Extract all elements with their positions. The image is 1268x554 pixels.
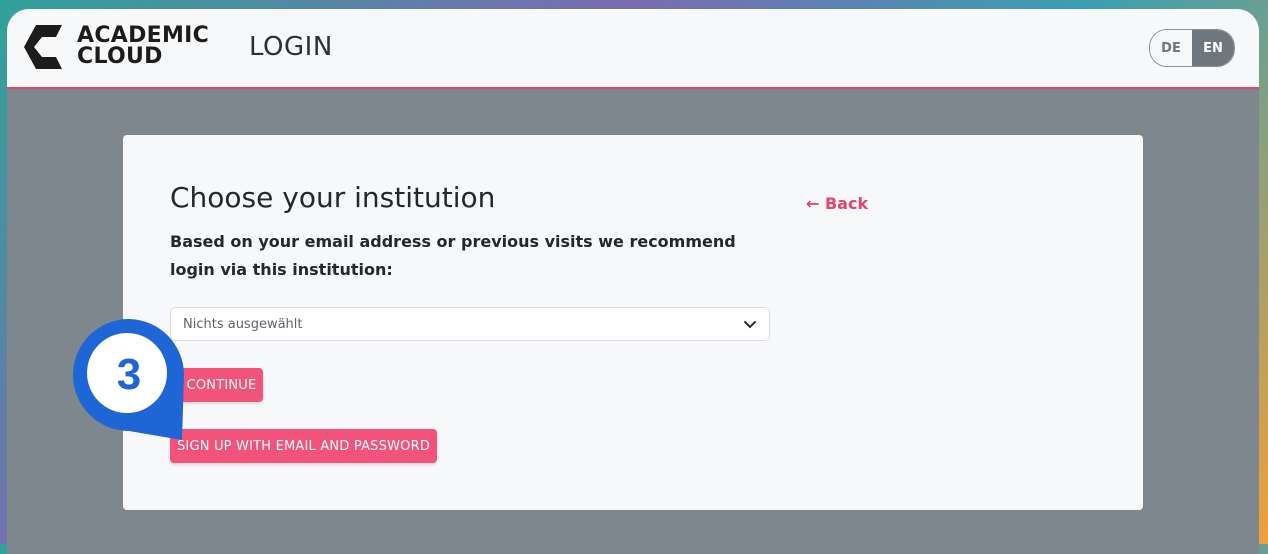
language-switch[interactable]: DE EN — [1149, 29, 1235, 67]
brand-line-1: ACADEMIC — [77, 23, 210, 48]
institution-card: Choose your institution Based on your em… — [123, 135, 1143, 510]
chevron-down-icon — [744, 321, 756, 329]
back-link[interactable]: ← Back — [806, 194, 868, 213]
step-number: 3 — [116, 350, 142, 399]
page-title: LOGIN — [249, 32, 333, 62]
brand-line-2: CLOUD — [77, 44, 163, 69]
card-heading: Choose your institution — [170, 181, 496, 214]
lang-de-button[interactable]: DE — [1150, 30, 1192, 66]
browser-window: ACADEMIC CLOUD LOGIN DE EN Choose your i… — [7, 9, 1259, 554]
top-bar: ACADEMIC CLOUD LOGIN DE EN — [7, 9, 1259, 89]
institution-select-value: Nichts ausgewählt — [183, 316, 303, 332]
institution-select[interactable]: Nichts ausgewählt — [170, 307, 770, 341]
card-description: Based on your email address or previous … — [170, 232, 736, 279]
signup-email-button[interactable]: SIGN UP WITH EMAIL AND PASSWORD — [170, 429, 437, 463]
academic-cloud-logo[interactable] — [22, 23, 68, 71]
brand-name: ACADEMIC CLOUD — [77, 23, 210, 69]
continue-button[interactable]: CONTINUE — [180, 368, 263, 402]
lang-en-button[interactable]: EN — [1192, 30, 1234, 66]
